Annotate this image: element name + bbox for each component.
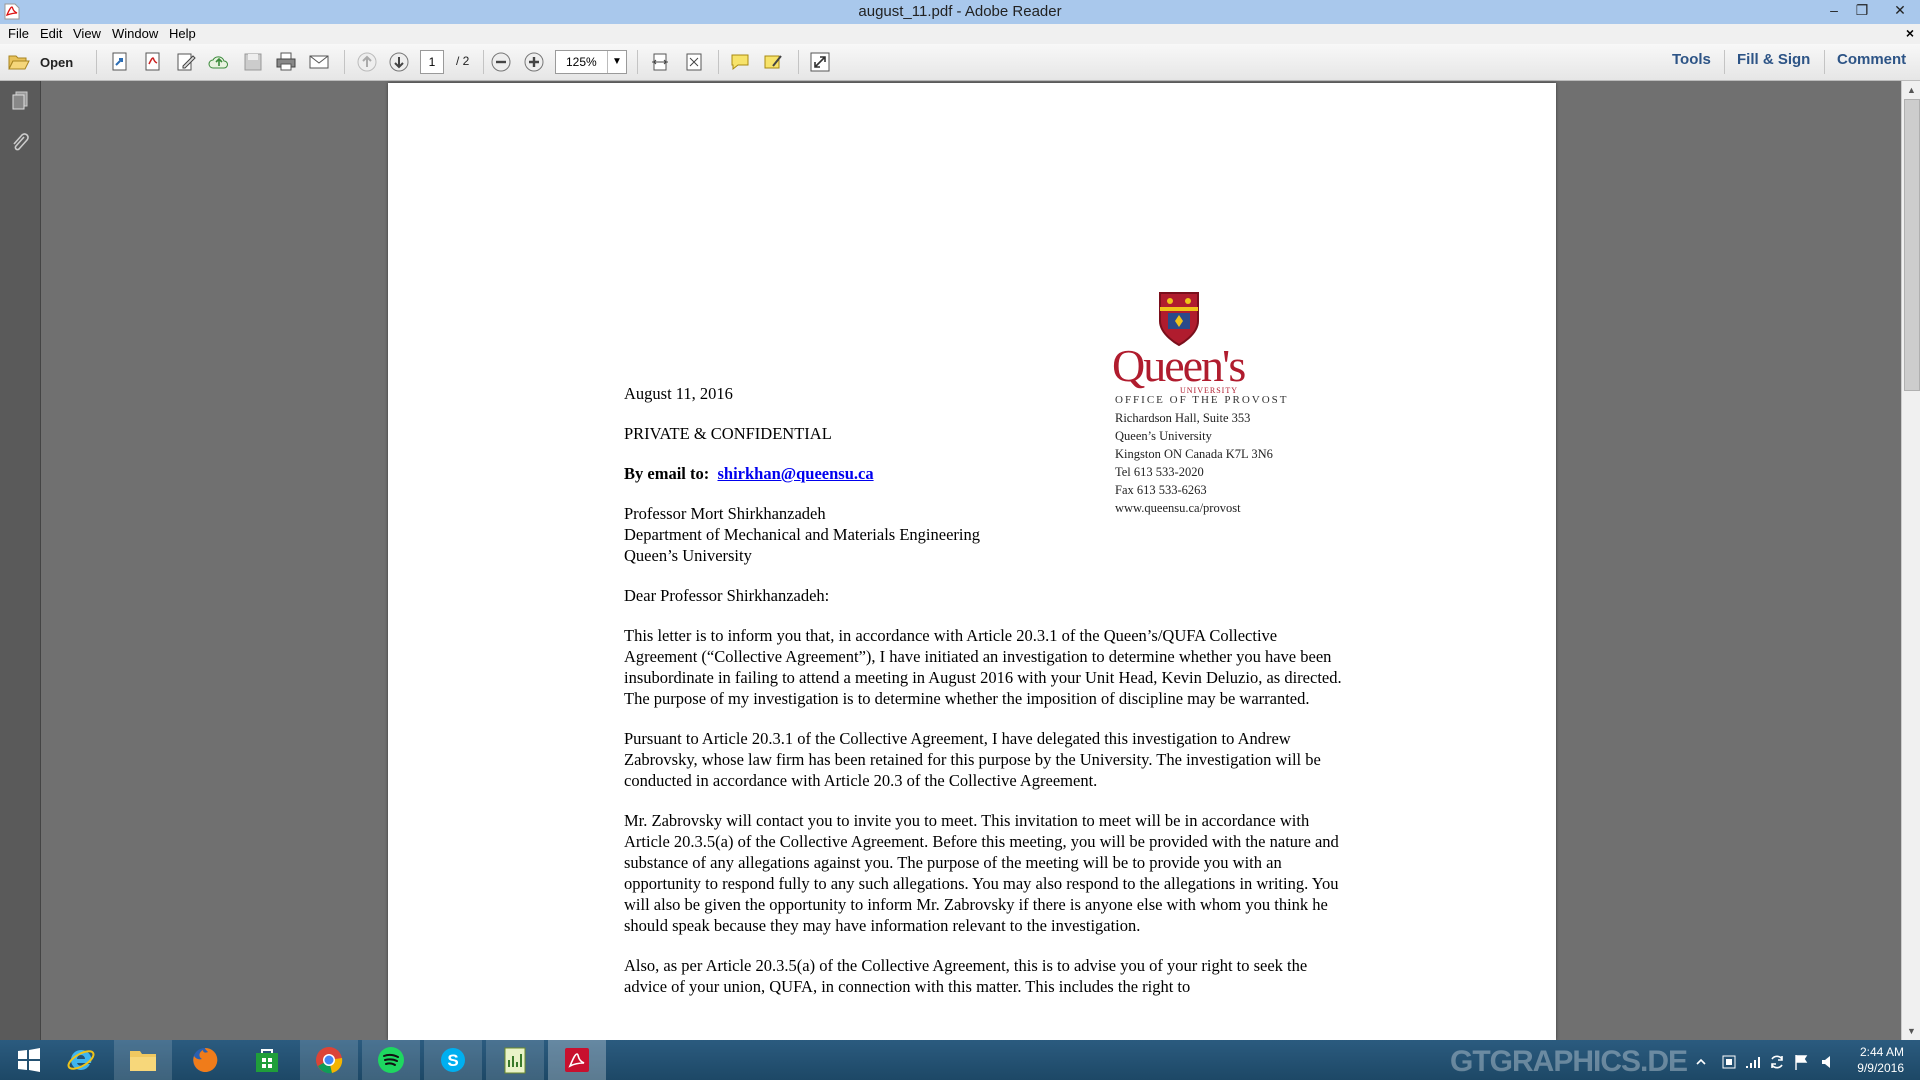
recipient-block: Professor Mort Shirkhanzadeh Department … xyxy=(624,504,980,565)
scroll-down-icon[interactable]: ▼ xyxy=(1902,1022,1920,1040)
page-number-input[interactable]: 1 xyxy=(420,50,444,74)
paragraph: Also, as per Article 20.3.5(a) of the Co… xyxy=(624,956,1308,996)
internet-explorer-icon[interactable] xyxy=(52,1040,110,1080)
save-icon[interactable] xyxy=(241,50,265,74)
zoom-level-select[interactable]: 125% ▼ xyxy=(555,50,627,74)
edit-pdf-icon[interactable] xyxy=(174,50,198,74)
network-signal-icon[interactable] xyxy=(1744,1050,1762,1074)
toolbar: Open xyxy=(0,44,1920,81)
print-icon[interactable] xyxy=(274,50,298,74)
fit-width-icon[interactable] xyxy=(682,50,706,74)
svg-text:S: S xyxy=(447,1051,458,1070)
fill-sign-tab[interactable]: Fill & Sign xyxy=(1737,51,1810,68)
device-icon[interactable] xyxy=(1720,1050,1738,1074)
paragraph: Mr. Zabrovsky will contact you to invite… xyxy=(624,811,1339,935)
confidential-notice: PRIVATE & CONFIDENTIAL xyxy=(624,424,832,443)
system-clock[interactable]: 2:44 AM 9/9/2016 xyxy=(1857,1044,1904,1076)
menu-view[interactable]: View xyxy=(73,26,101,41)
salutation: Dear Professor Shirkhanzadeh: xyxy=(624,586,830,605)
minimize-button[interactable]: – xyxy=(1820,0,1848,22)
paragraph: Pursuant to Article 20.3.1 of the Collec… xyxy=(624,729,1321,790)
scroll-up-icon[interactable]: ▲ xyxy=(1902,81,1920,99)
close-window-button[interactable]: ✕ xyxy=(1880,0,1920,22)
start-button[interactable] xyxy=(0,1040,58,1080)
page-total: / 2 xyxy=(456,54,470,68)
action-center-flag-icon[interactable] xyxy=(1792,1050,1810,1074)
comment-icon[interactable] xyxy=(728,50,752,74)
cloud-upload-icon[interactable] xyxy=(207,50,231,74)
sync-icon[interactable] xyxy=(1768,1050,1786,1074)
full-screen-icon[interactable] xyxy=(808,50,832,74)
menu-edit[interactable]: Edit xyxy=(40,26,62,41)
menu-window[interactable]: Window xyxy=(112,26,158,41)
scrollbar-thumb[interactable] xyxy=(1904,99,1920,391)
close-document-icon[interactable]: × xyxy=(1906,25,1914,41)
email-link[interactable]: shirkhan@queensu.ca xyxy=(717,464,873,483)
windows-logo-icon xyxy=(18,1048,40,1072)
attachments-icon[interactable] xyxy=(8,131,32,155)
watermark: GTGRAPHICS.DE xyxy=(1450,1045,1688,1078)
letter-body: August 11, 2016 PRIVATE & CONFIDENTIAL B… xyxy=(624,383,1344,1016)
paragraph: This letter is to inform you that, in ac… xyxy=(624,626,1342,708)
email-line: By email to: shirkhan@queensu.ca xyxy=(624,464,874,483)
previous-page-icon[interactable] xyxy=(355,50,379,74)
open-button[interactable]: Open xyxy=(8,50,73,74)
pdf-page: Queen's UNIVERSITY OFFICE OF THE PROVOST… xyxy=(388,83,1556,1040)
spotify-icon[interactable] xyxy=(362,1040,420,1080)
email-icon[interactable] xyxy=(307,50,331,74)
fit-page-icon[interactable] xyxy=(648,50,672,74)
menu-help[interactable]: Help xyxy=(169,26,196,41)
university-crest-icon xyxy=(1159,292,1199,347)
vertical-scrollbar[interactable]: ▲ ▼ xyxy=(1901,81,1920,1040)
title-bar: august_11.pdf - Adobe Reader – ❐ ✕ xyxy=(0,0,1920,25)
firefox-icon[interactable] xyxy=(176,1040,234,1080)
navigation-pane xyxy=(0,81,41,1040)
menu-file[interactable]: File xyxy=(8,26,29,41)
highlight-icon[interactable] xyxy=(761,50,785,74)
show-hidden-icons-icon[interactable] xyxy=(1694,1050,1708,1074)
create-pdf-icon[interactable] xyxy=(108,50,132,74)
chrome-icon[interactable] xyxy=(300,1040,358,1080)
chevron-down-icon[interactable]: ▼ xyxy=(607,51,626,73)
folder-open-icon xyxy=(8,55,30,70)
page-thumbnails-icon[interactable] xyxy=(8,89,32,113)
letter-date: August 11, 2016 xyxy=(624,384,733,403)
skype-icon[interactable]: S xyxy=(424,1040,482,1080)
volume-icon[interactable] xyxy=(1818,1050,1836,1074)
adobe-reader-taskbar-icon[interactable] xyxy=(548,1040,606,1080)
menu-bar: File Edit View Window Help × xyxy=(0,24,1920,44)
store-icon[interactable] xyxy=(238,1040,296,1080)
file-explorer-icon[interactable] xyxy=(114,1040,172,1080)
export-pdf-icon[interactable] xyxy=(141,50,165,74)
restore-button[interactable]: ❐ xyxy=(1848,0,1876,22)
zoom-out-icon[interactable] xyxy=(489,50,513,74)
window-title: august_11.pdf - Adobe Reader xyxy=(858,3,1062,20)
comment-tab[interactable]: Comment xyxy=(1837,51,1906,68)
tools-tab[interactable]: Tools xyxy=(1672,51,1711,68)
notepad-chart-icon[interactable] xyxy=(486,1040,544,1080)
next-page-icon[interactable] xyxy=(387,50,411,74)
zoom-in-icon[interactable] xyxy=(522,50,546,74)
